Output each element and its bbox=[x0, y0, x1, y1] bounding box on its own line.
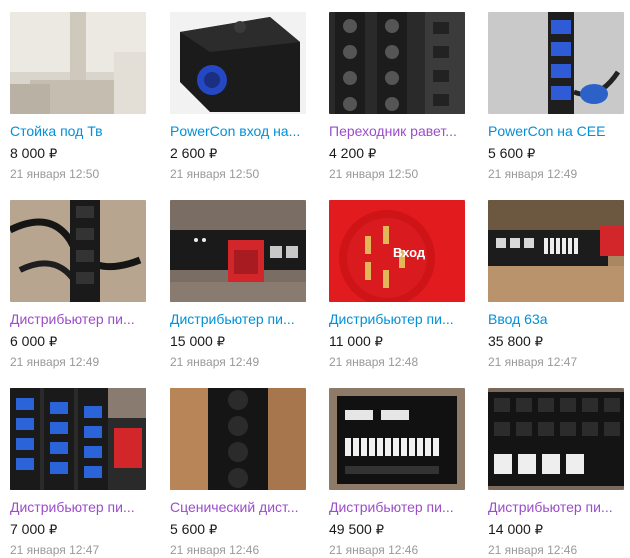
listing-title-link[interactable]: Дистрибьютер пи... bbox=[10, 310, 160, 328]
listing-grid: Стойка под Тв 8 000 ₽ 21 января 12:50 Po… bbox=[0, 0, 630, 557]
listing-title-link[interactable]: Дистрибьютер пи... bbox=[488, 498, 630, 516]
listing-date: 21 января 12:49 bbox=[10, 355, 100, 369]
listing-thumbnail[interactable] bbox=[10, 388, 146, 490]
listing-title-link[interactable]: Дистрибьютер пи... bbox=[329, 498, 479, 516]
listing-title-link[interactable]: Дистрибьютер пи... bbox=[10, 498, 160, 516]
listing-price: 8 000 ₽ bbox=[10, 145, 58, 161]
listing-date: 21 января 12:50 bbox=[329, 167, 419, 181]
listing-price: 5 600 ₽ bbox=[170, 521, 218, 537]
powercon-cee-photo bbox=[488, 12, 624, 114]
listing-thumbnail[interactable] bbox=[488, 388, 624, 490]
listing-date: 21 января 12:48 bbox=[329, 355, 419, 369]
listing-date: 21 января 12:46 bbox=[488, 543, 578, 557]
powercon-box-photo bbox=[170, 12, 306, 114]
listing-date: 21 января 12:49 bbox=[488, 167, 578, 181]
rack-63a-photo bbox=[488, 200, 624, 302]
listing-thumbnail[interactable] bbox=[488, 200, 624, 302]
breaker-rack-photo bbox=[329, 388, 465, 490]
listing-title-link[interactable]: PowerCon вход на... bbox=[170, 122, 320, 140]
listing-date: 21 января 12:46 bbox=[170, 543, 260, 557]
tv-stand-photo bbox=[10, 12, 146, 114]
listing-thumbnail[interactable] bbox=[488, 12, 624, 114]
listing-title-link[interactable]: Переходник равет... bbox=[329, 122, 479, 140]
listing-price: 4 200 ₽ bbox=[329, 145, 377, 161]
listing-price: 35 800 ₽ bbox=[488, 333, 543, 349]
listing-price: 11 000 ₽ bbox=[329, 333, 383, 349]
distributor-cable-photo bbox=[10, 200, 146, 302]
listing-price: 49 500 ₽ bbox=[329, 521, 384, 537]
listing-thumbnail[interactable] bbox=[170, 388, 306, 490]
listing-date: 21 января 12:46 bbox=[329, 543, 419, 557]
listing-date: 21 января 12:50 bbox=[170, 167, 260, 181]
listing-thumbnail[interactable] bbox=[10, 12, 146, 114]
listing-price: 2 600 ₽ bbox=[170, 145, 218, 161]
listing-thumbnail[interactable] bbox=[170, 200, 306, 302]
listing-price: 7 000 ₽ bbox=[10, 521, 58, 537]
listing-price: 15 000 ₽ bbox=[170, 333, 225, 349]
listing-title-link[interactable]: Дистрибьютер пи... bbox=[329, 310, 479, 328]
listing-price: 6 000 ₽ bbox=[10, 333, 58, 349]
listing-date: 21 января 12:47 bbox=[488, 355, 578, 369]
listing-thumbnail[interactable] bbox=[10, 200, 146, 302]
schuko-strip-photo bbox=[170, 388, 306, 490]
listing-price: 14 000 ₽ bbox=[488, 521, 543, 537]
listing-title-link[interactable]: Ввод 63а bbox=[488, 310, 630, 328]
listing-title-link[interactable]: Сценический дист... bbox=[170, 498, 320, 516]
listing-price: 5 600 ₽ bbox=[488, 145, 536, 161]
socket-breakers-photo bbox=[488, 388, 624, 490]
listing-date: 21 января 12:50 bbox=[10, 167, 100, 181]
speakon-panel-photo bbox=[329, 12, 465, 114]
listing-thumbnail[interactable]: Вход bbox=[329, 200, 465, 302]
listing-title-link[interactable]: Стойка под Тв bbox=[10, 122, 160, 140]
listing-date: 21 января 12:49 bbox=[170, 355, 260, 369]
listing-title-link[interactable]: Дистрибьютер пи... bbox=[170, 310, 320, 328]
thumb-caption: Вход bbox=[393, 245, 426, 260]
listing-thumbnail[interactable] bbox=[170, 12, 306, 114]
listing-thumbnail[interactable] bbox=[329, 12, 465, 114]
listing-title-link[interactable]: PowerCon на CEE bbox=[488, 122, 630, 140]
blue-sockets-photo bbox=[10, 388, 146, 490]
listing-date: 21 января 12:47 bbox=[10, 543, 100, 557]
rack-red-plug-photo bbox=[170, 200, 306, 302]
red-cee-plug-photo: Вход bbox=[329, 200, 465, 302]
listing-thumbnail[interactable] bbox=[329, 388, 465, 490]
